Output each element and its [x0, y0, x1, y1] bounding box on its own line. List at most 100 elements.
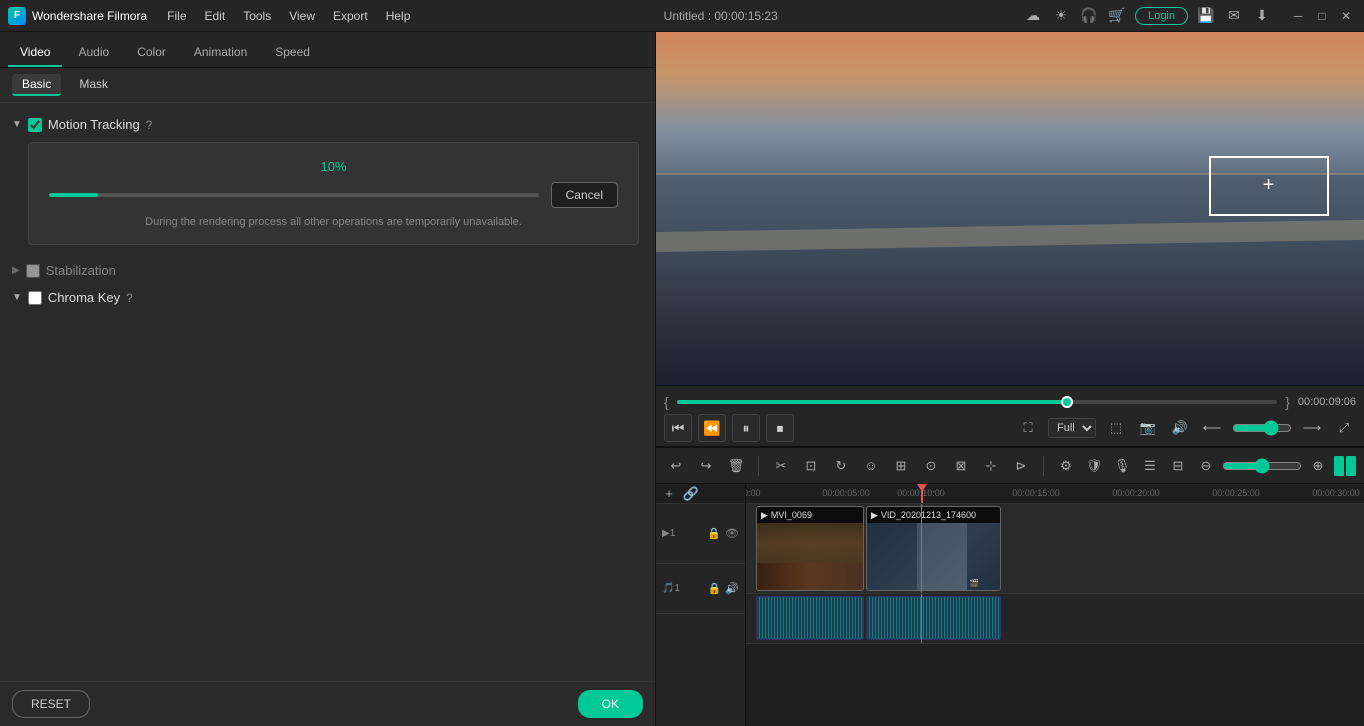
volume-icon[interactable]: 🔊 — [1168, 416, 1192, 440]
transform-button[interactable]: ⊠ — [949, 454, 973, 478]
motion-tracking-section[interactable]: ▼ Motion Tracking ? — [0, 111, 655, 138]
expand-icon[interactable]: ⤢ — [1332, 416, 1356, 440]
crop-button[interactable]: ⊡ — [799, 454, 823, 478]
fullscreen-icon[interactable]: ⛶ — [1016, 416, 1040, 440]
zoom-in-icon[interactable]: ⟶ — [1300, 416, 1324, 440]
chroma-key-section[interactable]: ▼ Chroma Key ? — [0, 284, 655, 311]
delete-button[interactable]: 🗑 — [724, 454, 748, 478]
settings-icon[interactable]: ⚙ — [1054, 454, 1078, 478]
motion-tracking-help-icon[interactable]: ? — [146, 118, 153, 132]
waveform-1 — [757, 597, 863, 639]
menu-export[interactable]: Export — [325, 5, 376, 27]
clip-1[interactable]: ▶ MVI_0069 — [756, 506, 864, 591]
login-button[interactable]: Login — [1135, 7, 1188, 25]
ruler-mark-15: 00:00:15:00 — [1012, 488, 1060, 498]
stop-button[interactable]: ⏹ — [766, 414, 794, 442]
skip-back-button[interactable]: ⏮ — [664, 414, 692, 442]
video-preview[interactable]: + — [656, 32, 1364, 385]
screenshot-icon[interactable]: 📷 — [1136, 416, 1160, 440]
split-icon[interactable]: ⊟ — [1166, 454, 1190, 478]
ok-button[interactable]: OK — [578, 690, 643, 718]
collapse-arrow-icon: ▼ — [12, 119, 22, 130]
zoom-slider[interactable] — [1222, 458, 1302, 474]
screen-fit-icon[interactable]: ⬚ — [1104, 416, 1128, 440]
frame-back-button[interactable]: ⏪ — [698, 414, 726, 442]
shop-icon[interactable]: 🛒 — [1107, 6, 1127, 26]
quality-select[interactable]: Full 1/2 1/4 — [1048, 418, 1096, 438]
audio-clip-1[interactable] — [756, 596, 864, 640]
subtab-mask[interactable]: Mask — [69, 74, 118, 96]
plus-icon[interactable]: ⊕ — [1306, 454, 1330, 478]
save-icon[interactable]: 💾 — [1196, 6, 1216, 26]
stabilization-section[interactable]: ▶ Stabilization — [0, 257, 655, 284]
menu-edit[interactable]: Edit — [197, 5, 234, 27]
timeline-track-labels: + 🔗 ▶1 🔒 👁 🎵1 🔒 🔊 — [656, 484, 746, 726]
seek-handle[interactable] — [1061, 396, 1073, 408]
zoom-out-icon[interactable]: ⟵ — [1200, 416, 1224, 440]
reset-button[interactable]: RESET — [12, 690, 90, 718]
headset-icon[interactable]: 🎧 — [1079, 6, 1099, 26]
list-icon[interactable]: ☰ — [1138, 454, 1162, 478]
clip-2-thumbnail: 🎬 — [867, 523, 1000, 590]
insert-button[interactable]: ⊞ — [889, 454, 913, 478]
lock-icon-1[interactable]: 🔒 — [707, 527, 721, 540]
toolbar-right: ⚙ 🛡 🎙 ☰ ⊟ ⊖ ⊕ — [1054, 454, 1356, 478]
add-to-timeline-button[interactable]: + — [660, 485, 678, 503]
chroma-key-help-icon[interactable]: ? — [126, 291, 133, 305]
progress-bar-track — [49, 193, 539, 197]
seek-bar[interactable] — [677, 398, 1278, 406]
rotate-button[interactable]: ↻ — [829, 454, 853, 478]
minimize-button[interactable]: ─ — [1288, 6, 1308, 26]
mark-in-button[interactable]: { — [664, 394, 669, 410]
close-button[interactable]: ✕ — [1336, 6, 1356, 26]
cut-button[interactable]: ✂ — [769, 454, 793, 478]
cancel-button[interactable]: Cancel — [551, 182, 618, 208]
clip-2[interactable]: ▶ VID_20201213_174600 🎬 — [866, 506, 1001, 591]
adjust-button[interactable]: ⊹ — [979, 454, 1003, 478]
link-button[interactable]: 🔗 — [682, 485, 700, 503]
redo-button[interactable]: ↪ — [694, 454, 718, 478]
menu-help[interactable]: Help — [378, 5, 419, 27]
toolbar-separator-2 — [1043, 456, 1044, 476]
maximize-button[interactable]: □ — [1312, 6, 1332, 26]
tab-speed[interactable]: Speed — [263, 39, 322, 67]
tab-audio[interactable]: Audio — [66, 39, 121, 67]
timeline-header-left: + 🔗 — [656, 484, 745, 504]
emoji-button[interactable]: ☺ — [859, 454, 883, 478]
undo-button[interactable]: ↩ — [664, 454, 688, 478]
main-layout: Video Audio Color Animation Speed Basic … — [0, 32, 1364, 726]
tab-color[interactable]: Color — [125, 39, 178, 67]
track-number-audio: 🎵1 — [662, 583, 680, 594]
cloud-icon[interactable]: ☁ — [1023, 6, 1043, 26]
menu-tools[interactable]: Tools — [235, 5, 279, 27]
volume-slider[interactable] — [1232, 420, 1292, 436]
eye-icon-1[interactable]: 👁 — [725, 527, 739, 540]
download-icon[interactable]: ⬇ — [1252, 6, 1272, 26]
menu-view[interactable]: View — [281, 5, 323, 27]
subtab-basic[interactable]: Basic — [12, 74, 61, 96]
volume-icon-audio[interactable]: 🔊 — [725, 582, 739, 595]
sun-icon[interactable]: ☀ — [1051, 6, 1071, 26]
play-pause-button[interactable]: ⏸ — [732, 414, 760, 442]
tab-video[interactable]: Video — [8, 39, 62, 67]
selection-box[interactable]: + — [1209, 156, 1329, 216]
audio-clip-2[interactable] — [866, 596, 1001, 640]
minus-icon[interactable]: ⊖ — [1194, 454, 1218, 478]
seek-row: { } 00:00:09:06 — [664, 390, 1356, 414]
shield-icon[interactable]: 🛡 — [1082, 454, 1106, 478]
timeline-content: + 🔗 ▶1 🔒 👁 🎵1 🔒 🔊 — [656, 484, 1364, 726]
menu-file[interactable]: File — [159, 5, 194, 27]
motion-tracking-label: Motion Tracking — [48, 117, 140, 132]
chroma-key-checkbox[interactable] — [28, 291, 42, 305]
stabilization-checkbox[interactable] — [26, 264, 40, 278]
mark-out-button[interactable]: } — [1285, 394, 1290, 410]
tab-animation[interactable]: Animation — [182, 39, 259, 67]
green-bar-1 — [1334, 456, 1344, 476]
lock-icon-audio[interactable]: 🔒 — [708, 582, 722, 595]
timer-button[interactable]: ⊙ — [919, 454, 943, 478]
mail-icon[interactable]: ✉ — [1224, 6, 1244, 26]
audio-track — [746, 594, 1364, 644]
mic-icon[interactable]: 🎙 — [1110, 454, 1134, 478]
audio-button[interactable]: ⊳ — [1009, 454, 1033, 478]
motion-tracking-checkbox[interactable] — [28, 118, 42, 132]
